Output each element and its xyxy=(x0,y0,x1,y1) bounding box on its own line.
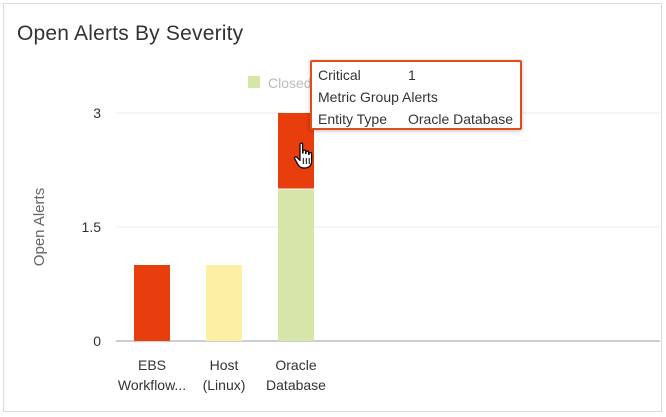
hand-pointer-icon xyxy=(293,142,315,175)
x-tick-label: Oracle xyxy=(275,357,316,373)
y-axis-title: Open Alerts xyxy=(31,188,48,266)
legend-label-closed: Closed xyxy=(268,75,312,91)
tooltip-metric-group-label: Metric Group Alerts xyxy=(318,89,438,105)
x-tick-label: Workflow... xyxy=(118,377,186,393)
x-tick-label: Host xyxy=(210,357,239,373)
y-tick-label: 3 xyxy=(93,105,101,121)
legend-swatch-closed xyxy=(248,76,260,88)
tooltip-severity-value: 1 xyxy=(408,67,416,83)
chart-tooltip: Critical 1 Metric Group Alerts Entity Ty… xyxy=(310,60,522,130)
bar-segment xyxy=(206,265,242,341)
y-tick-label: 0 xyxy=(93,333,101,349)
x-tick-label: Database xyxy=(266,377,326,393)
y-tick-label: 1.5 xyxy=(82,219,102,235)
bar-segment xyxy=(134,265,170,341)
x-tick-label: (Linux) xyxy=(203,377,246,393)
tooltip-entity-type-value: Oracle Database xyxy=(408,111,514,127)
tooltip-entity-type-label: Entity Type xyxy=(318,111,388,127)
x-tick-label: EBS xyxy=(138,357,166,373)
bar-segment xyxy=(278,189,314,341)
tooltip-severity-label: Critical xyxy=(318,67,361,83)
